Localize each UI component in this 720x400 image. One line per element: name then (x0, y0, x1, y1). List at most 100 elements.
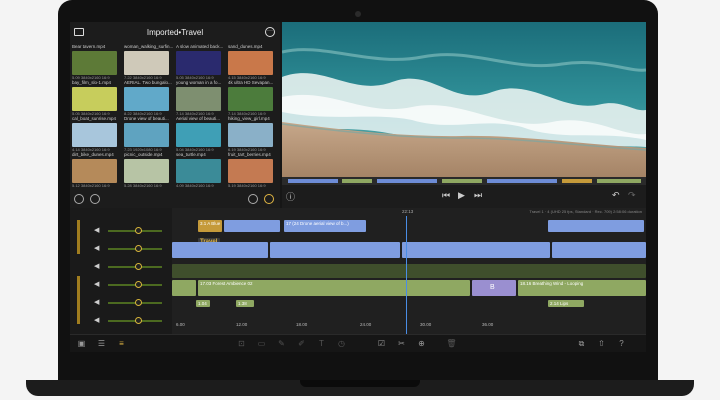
audio-waveform-clip[interactable] (172, 264, 646, 278)
clip-thumbnail[interactable]: picnic_outside.mp4 5.28 3840x2160 16:9 (124, 152, 174, 190)
scissors-icon[interactable]: ✂ (396, 338, 407, 349)
clip-thumbnail[interactable]: dirt_bike_dunes.mp4 5.12 3840x2160 16:9 (72, 152, 122, 190)
fader-knob[interactable] (135, 263, 142, 270)
skip-forward-icon[interactable]: ⏭ (474, 190, 482, 201)
info-icon[interactable]: ⓘ (286, 190, 295, 203)
clip-name: picnic_outside.mp4 (124, 152, 163, 157)
list-icon[interactable]: ☰ (96, 338, 107, 349)
speaker-icon[interactable]: ◀ (94, 263, 102, 271)
clip-thumbnail[interactable]: Bear tavern.mp4 5.09 3840x2160 16:9 (72, 44, 122, 82)
clip-thumbnail[interactable]: woman_walking_surfin... 7.22 3840x2160 16… (124, 44, 174, 82)
video-clip[interactable] (552, 242, 646, 258)
viewer: ⓘ ⏮ ▶ ⏭ ↶ ↷ (282, 22, 646, 208)
image-icon[interactable]: ▣ (76, 338, 87, 349)
clip-name: sand_dunes.mp4 (228, 44, 263, 49)
clip-thumbnail[interactable]: AERIAL. Two bungalo... 8.22 3840x2160 16:… (124, 80, 174, 118)
clip-thumb (228, 51, 273, 75)
speaker-icon[interactable]: ◀ (94, 227, 102, 235)
help-icon[interactable]: ? (616, 338, 627, 349)
fader-knob[interactable] (135, 299, 142, 306)
clip-name: dirt_bike_dunes.mp4 (72, 152, 114, 157)
clip-thumb (72, 123, 117, 147)
redo-icon[interactable]: ↷ (628, 190, 636, 201)
plus-circle-icon[interactable]: ⊕ (416, 338, 427, 349)
clip-name: cal_boat_sunrise.mp4 (72, 116, 117, 121)
video-clip[interactable] (270, 242, 400, 258)
skip-back-icon[interactable]: ⏮ (442, 190, 450, 201)
search-icon[interactable] (248, 194, 258, 204)
crop-icon[interactable]: ⊡ (236, 338, 247, 349)
text-icon[interactable]: T (316, 338, 327, 349)
playhead[interactable] (406, 216, 407, 334)
fader-knob[interactable] (135, 227, 142, 234)
trash-icon[interactable]: 🗑 (446, 338, 457, 349)
audio-clip[interactable] (172, 280, 196, 296)
speed-icon[interactable]: ◷ (336, 338, 347, 349)
video-clip[interactable] (402, 242, 550, 258)
media-browser: Imported•Travel ··· Bear tavern.mp4 5.09 … (70, 22, 280, 208)
mixer-row: ◀ (70, 258, 172, 276)
checkbox-icon[interactable]: ☑ (376, 338, 387, 349)
record-circle-icon[interactable] (90, 194, 100, 204)
mixer-row: ◀ (70, 312, 172, 330)
video-clip[interactable] (172, 242, 268, 258)
clip-thumbnail[interactable]: Drone view of beauti... 7.23 1920x1080 16… (124, 116, 174, 154)
play-icon[interactable]: ▶ (458, 190, 465, 201)
clip-thumbnail[interactable]: fruit_tart_berries.mp4 5.19 3840x2160 16:… (228, 152, 278, 190)
overlay-clip[interactable] (224, 220, 280, 232)
fader-knob[interactable] (135, 281, 142, 288)
pen-icon[interactable]: ✎ (276, 338, 287, 349)
viewer-scrubber[interactable] (282, 177, 646, 185)
audio-clip-b[interactable]: B (472, 280, 516, 296)
timeline-info: Travel 1 · 4 (UHD 25 fps, Standard · Rec… (529, 209, 642, 214)
clip-thumbnail[interactable]: sand_dunes.mp4 4.15 3840x2160 16:9 (228, 44, 278, 82)
clip-name: AERIAL. Two bungalo... (124, 80, 172, 85)
ruler-label: 36.00 (482, 322, 494, 327)
brush-icon[interactable]: ✐ (296, 338, 307, 349)
clip-name: fruit_tart_berries.mp4 (228, 152, 271, 157)
clip-thumb (228, 87, 273, 111)
more-options-icon[interactable]: ··· (265, 27, 275, 37)
audio-clip-forest[interactable]: 17.03 Forest Ambience 02 (198, 280, 470, 296)
marker-clip[interactable]: 1.04 (196, 300, 210, 307)
film-icon[interactable]: ▭ (256, 338, 267, 349)
clip-thumbnail[interactable]: cal_boat_sunrise.mp4 4.14 3840x2160 16:9 (72, 116, 122, 154)
audio-clip-wind[interactable]: 18.16 Breathing Wind - Looping (518, 280, 646, 296)
speaker-icon[interactable]: ◀ (94, 317, 102, 325)
clip-thumb (124, 87, 169, 111)
audio-mixer: ◀ ◀ ◀ ◀ ◀ ◀ (70, 208, 172, 334)
overlay-clip[interactable]: 3.1 A Blue (198, 220, 222, 232)
clip-thumbnail[interactable]: bay_film_slo-1.mp4 5.05 3840x2160 16:9 (72, 80, 122, 118)
overlay-clip[interactable] (548, 220, 644, 232)
clip-thumbnail[interactable]: hiking_view_girl.mp4 6.19 3840x2160 16:9 (228, 116, 278, 154)
timeline-ruler: 6.00 12.00 18.00 24.00 30.00 36.00 (172, 318, 646, 334)
clip-thumbnail[interactable]: A slow animated back... 5.05 3840x2160 16… (176, 44, 226, 82)
clip-thumbnail[interactable]: Aerial view of beauti... 5.04 3840x2160 1… (176, 116, 226, 154)
ruler-label: 30.00 (420, 322, 432, 327)
speaker-icon[interactable]: ◀ (94, 245, 102, 253)
clip-thumb (72, 87, 117, 111)
clip-name: A slow animated back... (176, 44, 224, 49)
playhead-time: 22:13 (402, 209, 414, 214)
filter-icon[interactable] (264, 194, 274, 204)
marker-clip[interactable]: 2.14 Lips (548, 300, 584, 307)
undo-icon[interactable]: ↶ (612, 190, 620, 201)
mixer-icon[interactable]: ≡ (116, 338, 127, 349)
share-icon[interactable]: ⇧ (596, 338, 607, 349)
clip-thumbnail[interactable]: 4k ultra HD Sevapan... 7.14 3840x2160 16:… (228, 80, 278, 118)
speaker-icon[interactable]: ◀ (94, 299, 102, 307)
mixer-row: ◀ (70, 222, 172, 240)
clip-thumbnail[interactable]: sea_turtle.mp4 4.09 3840x2160 16:9 (176, 152, 226, 190)
clip-thumbnail[interactable]: young woman in a fo... 7.14 3840x2160 16:… (176, 80, 226, 118)
overlay-clip[interactable]: 17 (24 Drone aerial view of b...) (284, 220, 366, 232)
checkmark-circle-icon[interactable] (74, 194, 84, 204)
clip-name: bay_film_slo-1.mp4 (72, 80, 112, 85)
ruler-label: 6.00 (176, 322, 185, 327)
speaker-icon[interactable]: ◀ (94, 281, 102, 289)
marker-clip[interactable]: 1.38 (236, 300, 254, 307)
fader-knob[interactable] (135, 317, 142, 324)
fader-knob[interactable] (135, 245, 142, 252)
export-frame-icon[interactable]: ⧉ (576, 338, 587, 349)
clip-thumb (72, 51, 117, 75)
clip-thumb (176, 123, 221, 147)
